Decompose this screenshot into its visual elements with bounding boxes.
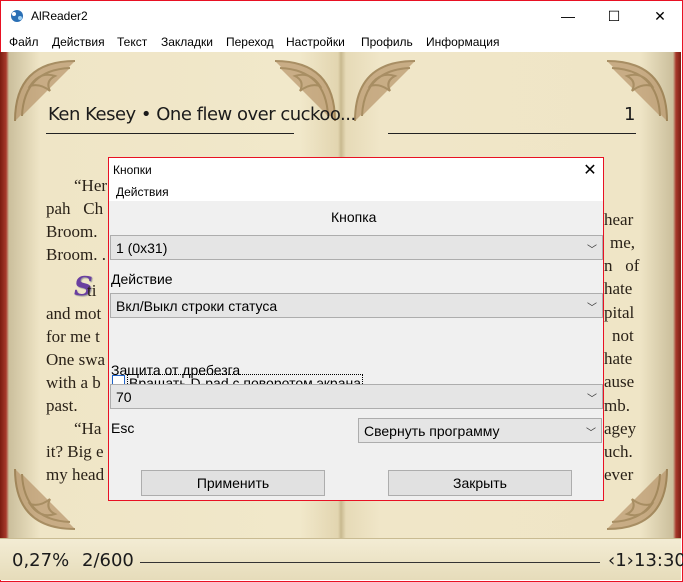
- book-text-line: Broom. .: [46, 245, 106, 264]
- window-title: AlReader2: [31, 9, 88, 23]
- menu-settings[interactable]: Настройки: [286, 35, 345, 49]
- esc-action-select[interactable]: Свернуть программу ﹀: [358, 418, 602, 443]
- book-text-line: for me t: [46, 327, 100, 346]
- action-label: Действие: [111, 271, 173, 287]
- menu-info[interactable]: Информация: [426, 35, 499, 49]
- debounce-select-value: 70: [116, 389, 132, 405]
- book-text-line: pital: [604, 303, 635, 322]
- status-bar: 0,27% 2/600 ‹1› 13:30: [0, 538, 683, 580]
- dialog-title: Кнопки: [113, 163, 152, 177]
- dialog-close-button[interactable]: ✕: [577, 159, 603, 181]
- book-text-line: pah Ch: [46, 199, 104, 218]
- book-text-line: Broom.: [46, 222, 98, 241]
- book-text-line: and mot: [46, 304, 102, 323]
- progress-percent: 0,27%: [12, 550, 70, 571]
- action-select[interactable]: Вкл/Выкл строки статуса ﹀: [110, 293, 603, 318]
- menu-actions[interactable]: Действия: [52, 35, 105, 49]
- corner-ornament-icon: [602, 56, 672, 126]
- menu-navigate[interactable]: Переход: [226, 35, 274, 49]
- clock: 13:30: [634, 550, 683, 571]
- book-text-line: ause: [604, 372, 635, 391]
- page-counter: 2/600: [82, 550, 134, 571]
- chevron-down-icon: ﹀: [586, 428, 596, 439]
- debounce-label: Защита от дребезга: [111, 362, 241, 378]
- esc-action-value: Свернуть программу: [364, 423, 500, 439]
- corner-ornament-icon: [350, 56, 420, 126]
- book-title-header: Ken Kesey • One flew over cuckoo...: [48, 104, 356, 125]
- progress-bar: [140, 562, 600, 563]
- book-text-line: hate: [604, 279, 633, 298]
- header-divider: [388, 133, 636, 134]
- book-text-line: past.: [46, 396, 78, 415]
- action-select-value: Вкл/Выкл строки статуса: [116, 298, 278, 314]
- header-divider: [46, 133, 294, 134]
- button-select-value: 1 (0x31): [116, 240, 168, 256]
- book-text-line: hate: [604, 349, 633, 368]
- menu-bar: Файл Действия Текст Закладки Переход Нас…: [1, 31, 682, 53]
- apply-button[interactable]: Применить: [141, 470, 325, 496]
- menu-bookmarks[interactable]: Закладки: [161, 35, 213, 49]
- chapter-indicator: ‹1›: [608, 550, 634, 571]
- menu-profile[interactable]: Профиль: [361, 35, 413, 49]
- maximize-button[interactable]: ☐: [591, 1, 637, 31]
- book-text-line: my head: [46, 465, 105, 484]
- minimize-button[interactable]: —: [545, 1, 591, 31]
- esc-label: Esc: [111, 420, 135, 436]
- menu-text[interactable]: Текст: [117, 35, 147, 49]
- book-text-line: me,: [610, 233, 636, 252]
- book-text-line: mb.: [604, 396, 630, 415]
- book-text-line: “Her: [74, 176, 108, 195]
- page-number-header: 1: [624, 104, 636, 125]
- close-window-button[interactable]: ✕: [637, 1, 683, 31]
- button-select[interactable]: 1 (0x31) ﹀: [110, 235, 603, 260]
- menu-file[interactable]: Файл: [9, 35, 39, 49]
- book-text-line: One swa: [46, 350, 106, 369]
- buttons-dialog: Кнопки ✕ Действия Кнопка 1 (0x31) ﹀ Дейс…: [108, 157, 604, 501]
- book-text-line: it? Big e: [46, 442, 104, 461]
- chevron-down-icon: ﹀: [587, 303, 597, 314]
- book-text-line: hear: [604, 210, 634, 229]
- close-button[interactable]: Закрыть: [388, 470, 572, 496]
- book-text-line: “Ha: [74, 419, 102, 438]
- dialog-body: Кнопка 1 (0x31) ﹀ Действие Вкл/Выкл стро…: [109, 201, 603, 500]
- book-text-line: with a b: [46, 373, 101, 392]
- alreader-app-icon: [9, 8, 25, 24]
- book-text-line: not: [612, 326, 634, 345]
- book-text-line: uch.: [604, 442, 633, 461]
- chevron-down-icon: ﹀: [587, 245, 597, 256]
- debounce-select[interactable]: 70 ﹀: [110, 384, 603, 409]
- chevron-down-icon: ﹀: [587, 394, 597, 405]
- book-text-line: agey: [604, 419, 637, 438]
- dialog-menu-actions[interactable]: Действия: [116, 185, 169, 199]
- title-bar: AlReader2 — ☐ ✕: [1, 1, 682, 31]
- book-text-line: n of: [604, 256, 640, 275]
- book-text-line: ever: [604, 465, 634, 484]
- book-text-line: ti: [70, 281, 97, 300]
- button-section-label: Кнопка: [331, 209, 377, 225]
